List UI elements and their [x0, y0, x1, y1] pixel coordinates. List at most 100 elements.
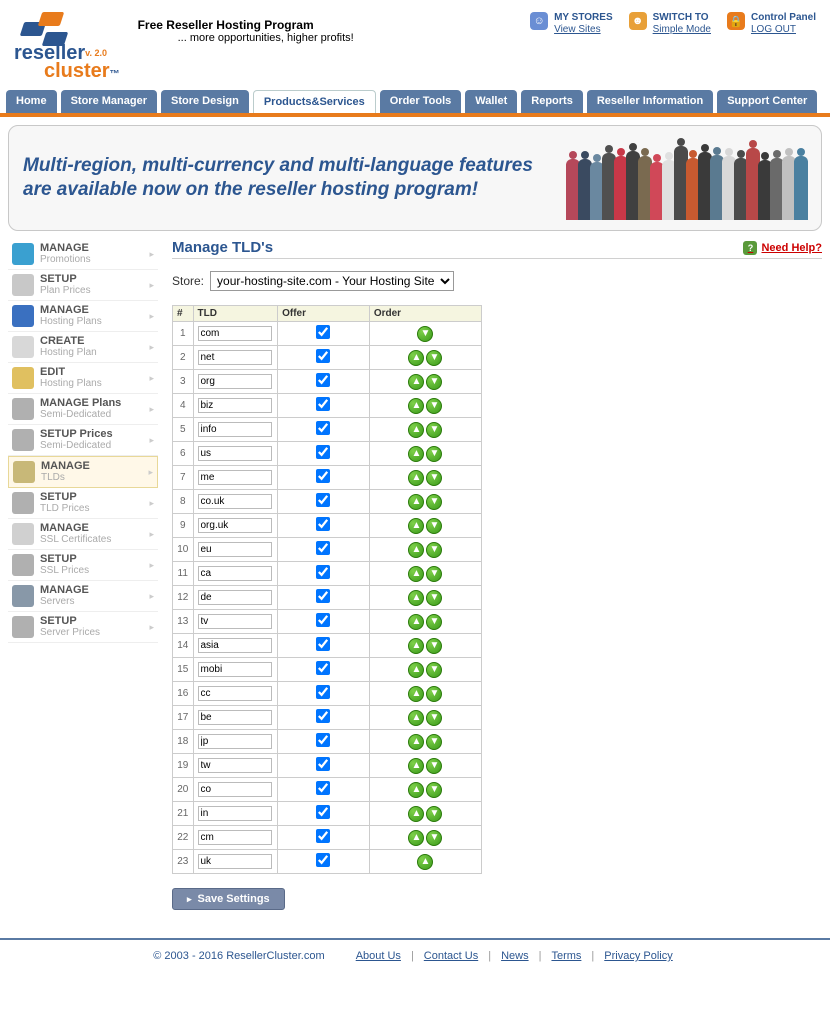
sidebar-item-semi-dedicated[interactable]: SETUP PricesSemi-Dedicated [8, 425, 158, 456]
move-down-button[interactable]: ▼ [426, 398, 442, 414]
footer-link-news[interactable]: News [501, 950, 529, 962]
move-up-button[interactable]: ▲ [408, 350, 424, 366]
move-up-button[interactable]: ▲ [408, 542, 424, 558]
tld-input[interactable] [198, 494, 272, 509]
move-down-button[interactable]: ▼ [426, 590, 442, 606]
offer-checkbox[interactable] [316, 397, 330, 411]
tld-input[interactable] [198, 422, 272, 437]
header-link-2[interactable]: 🔒Control PanelLOG OUT [727, 12, 816, 36]
offer-checkbox[interactable] [316, 613, 330, 627]
tld-input[interactable] [198, 830, 272, 845]
logo[interactable]: resellerv. 2.0 cluster™ [14, 12, 120, 84]
offer-checkbox[interactable] [316, 469, 330, 483]
tld-input[interactable] [198, 590, 272, 605]
move-down-button[interactable]: ▼ [426, 422, 442, 438]
tld-input[interactable] [198, 782, 272, 797]
sidebar-item-hosting-plan[interactable]: CREATEHosting Plan [8, 332, 158, 363]
move-down-button[interactable]: ▼ [426, 470, 442, 486]
move-down-button[interactable]: ▼ [426, 662, 442, 678]
offer-checkbox[interactable] [316, 781, 330, 795]
tld-input[interactable] [198, 734, 272, 749]
offer-checkbox[interactable] [316, 661, 330, 675]
tld-input[interactable] [198, 470, 272, 485]
move-up-button[interactable]: ▲ [408, 494, 424, 510]
need-help-link[interactable]: ? Need Help? [743, 241, 822, 255]
sidebar-item-server-prices[interactable]: SETUPServer Prices [8, 612, 158, 643]
tld-input[interactable] [198, 374, 272, 389]
nav-support-center[interactable]: Support Center [717, 90, 817, 113]
sidebar-item-servers[interactable]: MANAGEServers [8, 581, 158, 612]
tld-input[interactable] [198, 662, 272, 677]
tld-input[interactable] [198, 710, 272, 725]
nav-store-design[interactable]: Store Design [161, 90, 249, 113]
tld-input[interactable] [198, 446, 272, 461]
offer-checkbox[interactable] [316, 709, 330, 723]
offer-checkbox[interactable] [316, 637, 330, 651]
move-up-button[interactable]: ▲ [417, 854, 433, 870]
nav-store-manager[interactable]: Store Manager [61, 90, 157, 113]
move-up-button[interactable]: ▲ [408, 686, 424, 702]
move-down-button[interactable]: ▼ [426, 566, 442, 582]
offer-checkbox[interactable] [316, 445, 330, 459]
offer-checkbox[interactable] [316, 349, 330, 363]
move-down-button[interactable]: ▼ [417, 326, 433, 342]
nav-reports[interactable]: Reports [521, 90, 583, 113]
tld-input[interactable] [198, 566, 272, 581]
nav-wallet[interactable]: Wallet [465, 90, 517, 113]
move-up-button[interactable]: ▲ [408, 830, 424, 846]
move-up-button[interactable]: ▲ [408, 734, 424, 750]
move-down-button[interactable]: ▼ [426, 782, 442, 798]
footer-link-terms[interactable]: Terms [551, 950, 581, 962]
header-link-0[interactable]: ☺MY STORESView Sites [530, 12, 613, 36]
move-down-button[interactable]: ▼ [426, 734, 442, 750]
move-up-button[interactable]: ▲ [408, 614, 424, 630]
tld-input[interactable] [198, 854, 272, 869]
move-down-button[interactable]: ▼ [426, 806, 442, 822]
sidebar-item-ssl-certificates[interactable]: MANAGESSL Certificates [8, 519, 158, 550]
offer-checkbox[interactable] [316, 565, 330, 579]
footer-link-about-us[interactable]: About Us [356, 950, 401, 962]
move-down-button[interactable]: ▼ [426, 374, 442, 390]
sidebar-item-promotions[interactable]: MANAGEPromotions [8, 239, 158, 270]
move-up-button[interactable]: ▲ [408, 422, 424, 438]
tld-input[interactable] [198, 350, 272, 365]
move-down-button[interactable]: ▼ [426, 518, 442, 534]
move-up-button[interactable]: ▲ [408, 662, 424, 678]
tld-input[interactable] [198, 398, 272, 413]
offer-checkbox[interactable] [316, 325, 330, 339]
move-up-button[interactable]: ▲ [408, 446, 424, 462]
sidebar-item-semi-dedicated[interactable]: MANAGE PlansSemi-Dedicated [8, 394, 158, 425]
tld-input[interactable] [198, 686, 272, 701]
move-down-button[interactable]: ▼ [426, 830, 442, 846]
offer-checkbox[interactable] [316, 757, 330, 771]
move-down-button[interactable]: ▼ [426, 686, 442, 702]
sidebar-item-tlds[interactable]: MANAGETLDs [8, 456, 158, 488]
footer-link-contact-us[interactable]: Contact Us [424, 950, 478, 962]
move-down-button[interactable]: ▼ [426, 614, 442, 630]
move-down-button[interactable]: ▼ [426, 350, 442, 366]
save-settings-button[interactable]: Save Settings [172, 888, 285, 910]
offer-checkbox[interactable] [316, 517, 330, 531]
tld-input[interactable] [198, 806, 272, 821]
sidebar-item-hosting-plans[interactable]: EDITHosting Plans [8, 363, 158, 394]
offer-checkbox[interactable] [316, 541, 330, 555]
footer-link-privacy-policy[interactable]: Privacy Policy [604, 950, 672, 962]
sidebar-item-tld-prices[interactable]: SETUPTLD Prices [8, 488, 158, 519]
move-up-button[interactable]: ▲ [408, 470, 424, 486]
offer-checkbox[interactable] [316, 685, 330, 699]
move-up-button[interactable]: ▲ [408, 398, 424, 414]
offer-checkbox[interactable] [316, 589, 330, 603]
tld-input[interactable] [198, 542, 272, 557]
offer-checkbox[interactable] [316, 853, 330, 867]
tld-input[interactable] [198, 638, 272, 653]
tld-input[interactable] [198, 518, 272, 533]
nav-products-services[interactable]: Products&Services [253, 90, 376, 113]
nav-reseller-information[interactable]: Reseller Information [587, 90, 713, 113]
sidebar-item-ssl-prices[interactable]: SETUPSSL Prices [8, 550, 158, 581]
offer-checkbox[interactable] [316, 421, 330, 435]
store-select[interactable]: your-hosting-site.com - Your Hosting Sit… [210, 271, 454, 291]
sidebar-item-hosting-plans[interactable]: MANAGEHosting Plans [8, 301, 158, 332]
move-up-button[interactable]: ▲ [408, 782, 424, 798]
sidebar-item-plan-prices[interactable]: SETUPPlan Prices [8, 270, 158, 301]
move-up-button[interactable]: ▲ [408, 710, 424, 726]
